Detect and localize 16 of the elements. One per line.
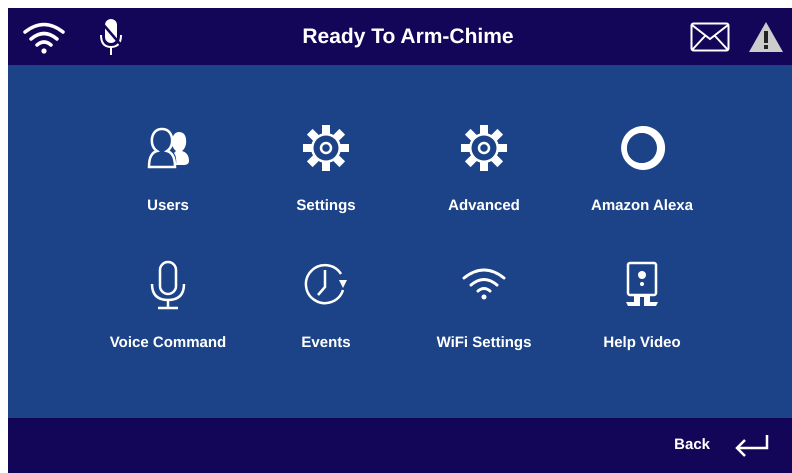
menu-tile[interactable]: WiFi Settings bbox=[405, 260, 563, 354]
screen-title: Ready To Arm-Chime bbox=[301, 24, 515, 50]
back-button[interactable]: Back bbox=[674, 434, 770, 458]
gear-icon bbox=[459, 123, 509, 173]
warning-icon[interactable] bbox=[748, 20, 784, 52]
menu-tile[interactable]: Events bbox=[247, 260, 405, 354]
menu-tile[interactable]: Settings bbox=[247, 123, 405, 218]
gear-icon bbox=[301, 123, 351, 173]
return-arrow-icon bbox=[734, 434, 770, 458]
menu-tile[interactable]: Voice Command bbox=[89, 260, 247, 354]
menu-tile[interactable]: Amazon Alexa bbox=[563, 123, 721, 218]
wifi-icon bbox=[22, 20, 66, 54]
menu-tile[interactable]: Users bbox=[89, 123, 247, 218]
menu-tile[interactable]: Help Video bbox=[563, 260, 721, 354]
menu-tile[interactable]: Advanced bbox=[405, 123, 563, 218]
mail-icon[interactable] bbox=[690, 22, 730, 52]
